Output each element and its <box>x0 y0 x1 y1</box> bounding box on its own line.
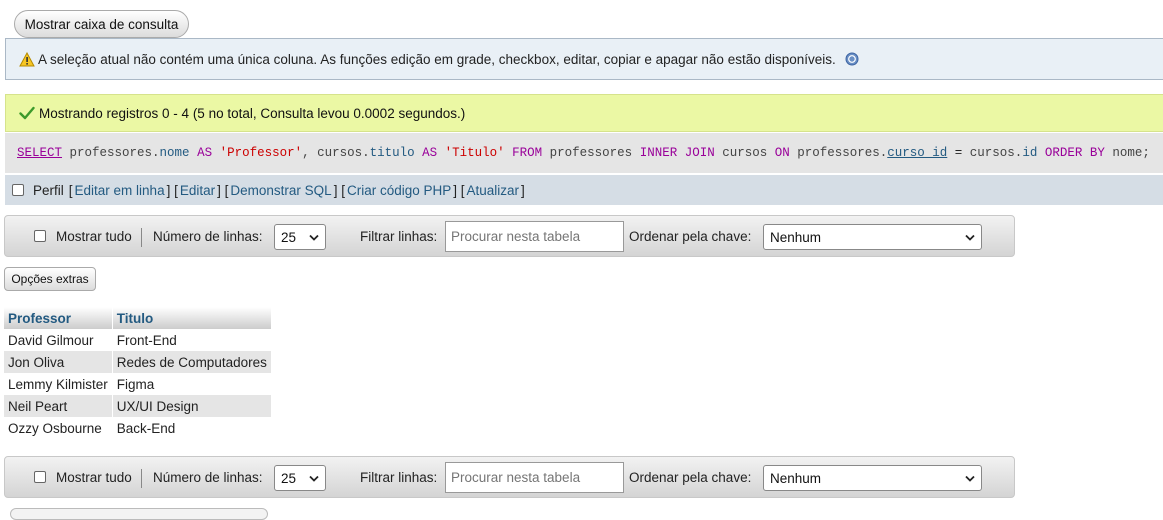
help-icon[interactable] <box>845 52 859 66</box>
table-navigation-bottom: Mostrar tudo Número de linhas: 25 Filtra… <box>4 456 1015 498</box>
bracket: [ <box>68 182 73 198</box>
column-header-professor[interactable]: Professor <box>4 307 113 329</box>
sql-token: cursos. <box>969 146 1023 160</box>
table-row: Jon Oliva Redes de Computadores <box>4 351 272 373</box>
sql-token: FROM <box>504 146 550 160</box>
filter-label: Filtrar linhas: <box>360 469 438 485</box>
profile-label: Perfil <box>33 182 64 198</box>
table-row: David Gilmour Front-End <box>4 329 272 351</box>
table-cell: Lemmy Kilmister <box>4 373 113 395</box>
filter-placeholder: Procurar nesta tabela <box>451 229 581 244</box>
sql-token: , cursos. <box>302 146 370 160</box>
sql-token[interactable]: SELECT <box>17 146 62 160</box>
sort-select-value: Nenhum <box>770 470 822 486</box>
show-all-group: Mostrar tudo <box>34 457 132 497</box>
sort-select[interactable]: Nenhum <box>763 224 982 250</box>
divider <box>141 469 142 488</box>
table-cell: David Gilmour <box>4 329 113 351</box>
table-navigation-top: Mostrar tudo Número de linhas: 25 Filtra… <box>4 215 1015 257</box>
bracket: ] [ <box>166 182 178 198</box>
table-cell: Ozzy Osbourne <box>4 417 113 439</box>
bracket: ] [ <box>217 182 229 198</box>
sql-query: SELECT professores. nome AS 'Professor', … <box>5 133 1163 173</box>
success-message: Mostrando registros 0 - 4 (5 no total, C… <box>5 94 1163 132</box>
table-cell: Figma <box>112 373 272 395</box>
divider <box>141 228 142 247</box>
check-icon <box>19 106 35 120</box>
rows-label: Número de linhas: <box>153 228 263 244</box>
chevron-down-icon <box>309 230 319 245</box>
sort-select[interactable]: Nenhum <box>763 465 982 491</box>
filter-input[interactable]: Procurar nesta tabela <box>445 462 624 493</box>
explain-sql-link[interactable]: Demonstrar SQL <box>230 183 331 198</box>
rows-select[interactable]: 25 <box>274 224 326 250</box>
filter-label: Filtrar linhas: <box>360 228 438 244</box>
chevron-down-icon <box>309 471 319 486</box>
rows-select-value: 25 <box>281 470 297 486</box>
show-all-checkbox[interactable] <box>34 230 46 242</box>
bracket: ] [ <box>333 182 345 198</box>
show-all-label: Mostrar tudo <box>56 228 132 244</box>
bracket: ] <box>521 182 525 198</box>
table-cell: Back-End <box>112 417 272 439</box>
table-header-row: Professor Titulo <box>4 307 272 329</box>
sql-token: id <box>1022 146 1038 160</box>
sql-token: 'Professor' <box>219 146 303 160</box>
edit-link[interactable]: Editar <box>180 183 215 198</box>
sql-token: AS <box>414 146 445 160</box>
sql-token: 'Titulo' <box>444 146 505 160</box>
sql-token: ON <box>774 146 790 160</box>
table-cell: Jon Oliva <box>4 351 113 373</box>
table-cell: Neil Peart <box>4 395 113 417</box>
notice-text: A seleção atual não contém uma única col… <box>38 51 836 67</box>
rows-label: Número de linhas: <box>153 469 263 485</box>
extra-options-button[interactable]: Opções extras <box>4 267 96 291</box>
table-cell: Redes de Computadores <box>112 351 272 373</box>
show-all-label: Mostrar tudo <box>56 469 132 485</box>
profile-checkbox[interactable] <box>12 184 24 196</box>
sort-select-value: Nenhum <box>770 229 822 245</box>
chevron-down-icon <box>965 230 975 245</box>
sql-token: AS <box>189 146 220 160</box>
table-cell: UX/UI Design <box>112 395 272 417</box>
success-text: Mostrando registros 0 - 4 (5 no total, C… <box>39 105 466 121</box>
sql-token: INNER JOIN <box>639 146 715 160</box>
table-cell: Front-End <box>112 329 272 351</box>
notice-message: A seleção atual não contém uma única col… <box>5 38 1163 80</box>
sort-label: Ordenar pela chave: <box>629 228 752 244</box>
sql-token: professores <box>549 146 640 160</box>
rows-select[interactable]: 25 <box>274 465 326 491</box>
sort-label: Ordenar pela chave: <box>629 469 752 485</box>
results-table: Professor Titulo David Gilmour Front-End… <box>4 307 272 439</box>
sql-token: titulo <box>369 146 415 160</box>
warning-icon <box>19 51 35 67</box>
create-php-link[interactable]: Criar código PHP <box>347 183 451 198</box>
column-header-titulo[interactable]: Titulo <box>112 307 272 329</box>
show-all-group: Mostrar tudo <box>34 216 132 256</box>
sql-token: = <box>947 146 970 160</box>
edit-inline-link[interactable]: Editar em linha <box>75 183 165 198</box>
sql-token: nome <box>159 146 190 160</box>
show-all-checkbox[interactable] <box>34 471 46 483</box>
table-row: Ozzy Osbourne Back-End <box>4 417 272 439</box>
sort-link[interactable]: Titulo <box>117 311 154 326</box>
sort-link[interactable]: Professor <box>8 311 71 326</box>
query-results-operations-fieldset <box>10 508 268 520</box>
bracket: ] [ <box>453 182 465 198</box>
rows-select-value: 25 <box>281 229 297 245</box>
sql-token: cursos <box>714 146 775 160</box>
table-row: Neil Peart UX/UI Design <box>4 395 272 417</box>
table-row: Lemmy Kilmister Figma <box>4 373 272 395</box>
sql-token: professores. <box>789 146 888 160</box>
query-tools-bar: Perfil [ Editar em linha ] [ Editar ] [ … <box>5 175 1163 205</box>
sql-token: ORDER BY <box>1037 146 1105 160</box>
sql-token: professores. <box>62 146 160 160</box>
sql-token: curso_id <box>887 146 948 160</box>
filter-placeholder: Procurar nesta tabela <box>451 470 581 485</box>
show-query-box-button[interactable]: Mostrar caixa de consulta <box>14 10 189 38</box>
refresh-link[interactable]: Atualizar <box>467 183 520 198</box>
sql-token: nome; <box>1104 146 1150 160</box>
filter-input[interactable]: Procurar nesta tabela <box>445 221 624 252</box>
chevron-down-icon <box>965 471 975 486</box>
